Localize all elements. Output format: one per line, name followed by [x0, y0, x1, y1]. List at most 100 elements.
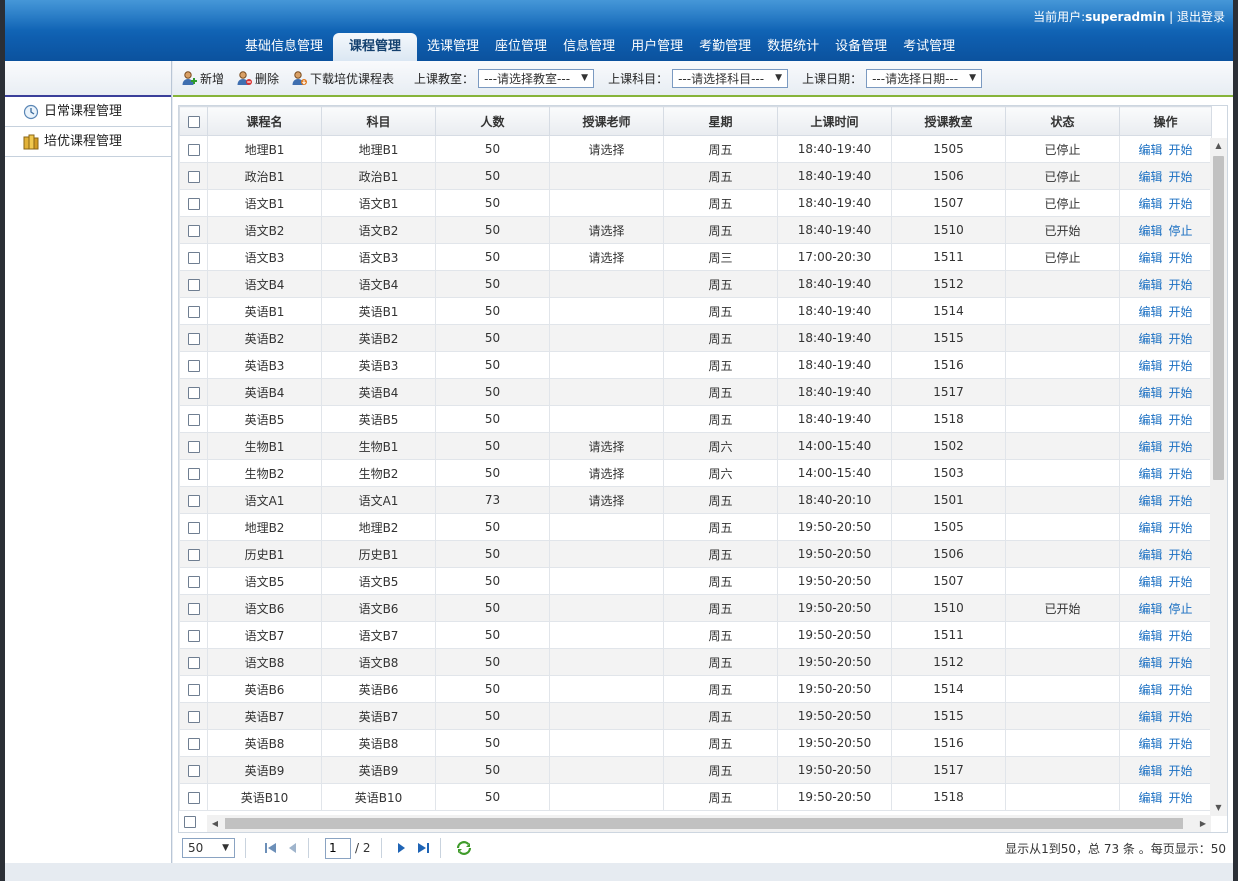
table-row[interactable]: 英语B8 英语B8 50 周五 19:50-20:50 1516 编辑 开始: [179, 729, 1212, 757]
row-checkbox[interactable]: [187, 494, 200, 507]
table-cell[interactable]: 请选择: [549, 486, 664, 514]
column-header[interactable]: 操作: [1119, 106, 1212, 136]
row-checkbox[interactable]: [187, 791, 200, 804]
edit-link[interactable]: 编辑: [1138, 359, 1162, 373]
row-checkbox[interactable]: [187, 467, 200, 480]
table-cell[interactable]: 请选择: [549, 432, 664, 460]
table-row[interactable]: 历史B1 历史B1 50 周五 19:50-20:50 1506 编辑 开始: [179, 540, 1212, 568]
row-checkbox[interactable]: [187, 656, 200, 669]
download-schedule-button[interactable]: 下载培优课程表: [291, 70, 394, 87]
row-checkbox[interactable]: [187, 629, 200, 642]
table-row[interactable]: 政治B1 政治B1 50 周五 18:40-19:40 1506 已停止 编辑 开始: [179, 162, 1212, 190]
edit-link[interactable]: 编辑: [1138, 332, 1162, 346]
table-cell[interactable]: [549, 783, 664, 811]
column-header[interactable]: 星期: [663, 106, 778, 136]
edit-link[interactable]: 编辑: [1138, 224, 1162, 238]
table-row[interactable]: 语文B7 语文B7 50 周五 19:50-20:50 1511 编辑 开始: [179, 621, 1212, 649]
select-all-checkbox[interactable]: [187, 115, 200, 128]
edit-link[interactable]: 编辑: [1138, 197, 1162, 211]
table-row[interactable]: 英语B10 英语B10 50 周五 19:50-20:50 1518 编辑 开始: [179, 783, 1212, 811]
toggle-status-link[interactable]: 开始: [1169, 629, 1193, 643]
scroll-right-arrow-icon[interactable]: ▶: [1195, 815, 1211, 832]
table-row[interactable]: 英语B1 英语B1 50 周五 18:40-19:40 1514 编辑 开始: [179, 297, 1212, 325]
row-checkbox[interactable]: [187, 386, 200, 399]
table-row[interactable]: 语文A1 语文A1 73 请选择 周五 18:40-20:10 1501 编辑 开始: [179, 486, 1212, 514]
table-row[interactable]: 语文B1 语文B1 50 周五 18:40-19:40 1507 已停止 编辑 开始: [179, 189, 1212, 217]
toggle-status-link[interactable]: 开始: [1169, 197, 1193, 211]
toggle-status-link[interactable]: 开始: [1169, 359, 1193, 373]
add-button[interactable]: 新增: [181, 70, 224, 87]
edit-link[interactable]: 编辑: [1138, 629, 1162, 643]
table-cell[interactable]: [549, 756, 664, 784]
table-cell[interactable]: [549, 621, 664, 649]
toggle-status-link[interactable]: 开始: [1169, 791, 1193, 805]
classroom-select[interactable]: ---请选择教室--- ▼: [478, 68, 595, 88]
row-checkbox[interactable]: [187, 710, 200, 723]
table-cell[interactable]: [549, 189, 664, 217]
edit-link[interactable]: 编辑: [1138, 467, 1162, 481]
row-checkbox[interactable]: [187, 278, 200, 291]
toggle-status-link[interactable]: 开始: [1169, 143, 1193, 157]
nav-tab[interactable]: 设备管理: [827, 33, 895, 61]
toggle-status-link[interactable]: 开始: [1169, 386, 1193, 400]
edit-link[interactable]: 编辑: [1138, 170, 1162, 184]
edit-link[interactable]: 编辑: [1138, 710, 1162, 724]
row-checkbox[interactable]: [187, 413, 200, 426]
toggle-status-link[interactable]: 开始: [1169, 575, 1193, 589]
edit-link[interactable]: 编辑: [1138, 278, 1162, 292]
row-checkbox[interactable]: [187, 143, 200, 156]
nav-tab[interactable]: 基础信息管理: [237, 33, 331, 61]
vertical-scroll-thumb[interactable]: [1213, 156, 1224, 480]
table-row[interactable]: 语文B6 语文B6 50 周五 19:50-20:50 1510 已开始 编辑 停止: [179, 594, 1212, 622]
edit-link[interactable]: 编辑: [1138, 764, 1162, 778]
table-row[interactable]: 语文B5 语文B5 50 周五 19:50-20:50 1507 编辑 开始: [179, 567, 1212, 595]
table-row[interactable]: 语文B4 语文B4 50 周五 18:40-19:40 1512 编辑 开始: [179, 270, 1212, 298]
edit-link[interactable]: 编辑: [1138, 521, 1162, 535]
table-cell[interactable]: 请选择: [549, 243, 664, 271]
subject-select[interactable]: ---请选择科目--- ▼: [672, 68, 789, 88]
row-checkbox[interactable]: [187, 548, 200, 561]
toggle-status-link[interactable]: 开始: [1169, 413, 1193, 427]
table-cell[interactable]: [549, 378, 664, 406]
row-checkbox[interactable]: [187, 197, 200, 210]
edit-link[interactable]: 编辑: [1138, 386, 1162, 400]
toggle-status-link[interactable]: 开始: [1169, 278, 1193, 292]
table-row[interactable]: 语文B2 语文B2 50 请选择 周五 18:40-19:40 1510 已开始 编辑 停止: [179, 216, 1212, 244]
nav-tab[interactable]: 数据统计: [759, 33, 827, 61]
table-cell[interactable]: [549, 162, 664, 190]
edit-link[interactable]: 编辑: [1138, 440, 1162, 454]
edit-link[interactable]: 编辑: [1138, 251, 1162, 265]
column-header[interactable]: 课程名: [207, 106, 322, 136]
table-cell[interactable]: [549, 567, 664, 595]
edit-link[interactable]: 编辑: [1138, 683, 1162, 697]
column-header[interactable]: 科目: [321, 106, 436, 136]
page-size-select[interactable]: 50 ▼: [182, 838, 235, 858]
delete-button[interactable]: 删除: [236, 70, 279, 87]
toggle-status-link[interactable]: 开始: [1169, 656, 1193, 670]
column-header[interactable]: 状态: [1005, 106, 1120, 136]
table-cell[interactable]: [549, 648, 664, 676]
toggle-status-link[interactable]: 开始: [1169, 467, 1193, 481]
first-page-icon[interactable]: [264, 842, 278, 854]
column-header[interactable]: 授课教室: [891, 106, 1006, 136]
date-select[interactable]: ---请选择日期--- ▼: [866, 68, 983, 88]
vertical-scrollbar[interactable]: ▲ ▼: [1210, 138, 1227, 816]
column-header[interactable]: 人数: [435, 106, 550, 136]
table-row[interactable]: 生物B1 生物B1 50 请选择 周六 14:00-15:40 1502 编辑 开始: [179, 432, 1212, 460]
edit-link[interactable]: 编辑: [1138, 305, 1162, 319]
horizontal-scroll-thumb[interactable]: [225, 818, 1183, 829]
edit-link[interactable]: 编辑: [1138, 737, 1162, 751]
row-checkbox[interactable]: [187, 440, 200, 453]
logout-link[interactable]: 退出登录: [1177, 10, 1225, 24]
page-number-input[interactable]: [325, 837, 351, 859]
scroll-down-arrow-icon[interactable]: ▼: [1210, 800, 1227, 816]
last-page-icon[interactable]: [416, 842, 430, 854]
table-cell[interactable]: [549, 270, 664, 298]
table-row[interactable]: 语文B8 语文B8 50 周五 19:50-20:50 1512 编辑 开始: [179, 648, 1212, 676]
toggle-status-link[interactable]: 开始: [1169, 548, 1193, 562]
edit-link[interactable]: 编辑: [1138, 494, 1162, 508]
scroll-up-arrow-icon[interactable]: ▲: [1210, 138, 1227, 154]
table-cell[interactable]: [549, 351, 664, 379]
row-checkbox[interactable]: [187, 575, 200, 588]
edit-link[interactable]: 编辑: [1138, 548, 1162, 562]
